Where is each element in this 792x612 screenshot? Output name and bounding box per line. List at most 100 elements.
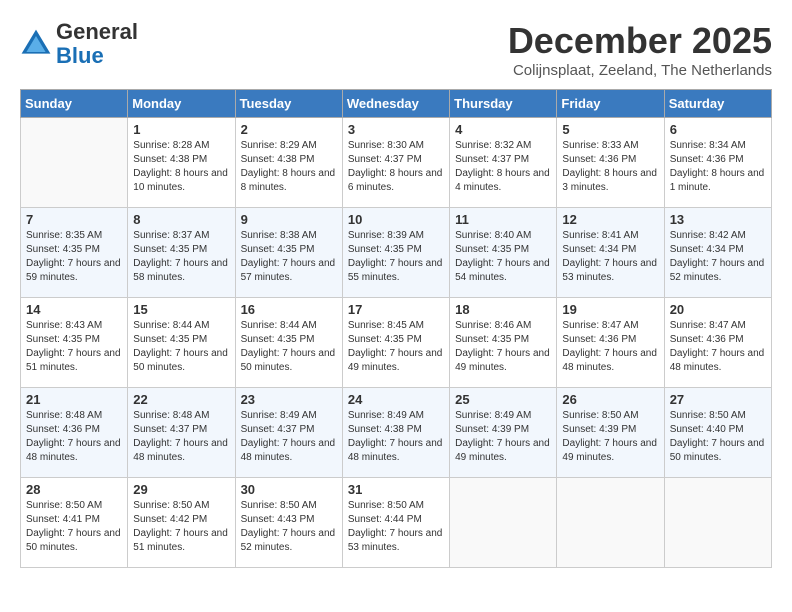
calendar-cell: 20 Sunrise: 8:47 AMSunset: 4:36 PMDayligh… xyxy=(664,298,771,388)
day-info: Sunrise: 8:35 AMSunset: 4:35 PMDaylight:… xyxy=(26,229,122,285)
calendar-cell: 12 Sunrise: 8:41 AMSunset: 4:34 PMDayligh… xyxy=(557,208,664,298)
day-number: 29 xyxy=(133,482,229,497)
column-header-tuesday: Tuesday xyxy=(235,90,342,118)
day-info: Sunrise: 8:30 AMSunset: 4:37 PMDaylight:… xyxy=(348,139,444,195)
logo: General Blue xyxy=(20,20,138,68)
day-number: 6 xyxy=(670,122,766,137)
day-info: Sunrise: 8:34 AMSunset: 4:36 PMDaylight:… xyxy=(670,139,766,195)
calendar-header-row: SundayMondayTuesdayWednesdayThursdayFrid… xyxy=(21,90,772,118)
calendar-cell xyxy=(450,478,557,568)
day-info: Sunrise: 8:47 AMSunset: 4:36 PMDaylight:… xyxy=(562,319,658,375)
calendar-week-row: 14Sunrise: 8:43 AMSunset: 4:35 PMDayligh… xyxy=(21,298,772,388)
day-number: 22 xyxy=(133,392,229,407)
calendar-cell: 18 Sunrise: 8:46 AMSunset: 4:35 PMDayligh… xyxy=(450,298,557,388)
calendar-cell: 1 Sunrise: 8:28 AMSunset: 4:38 PMDaylight… xyxy=(128,118,235,208)
calendar-week-row: 1 Sunrise: 8:28 AMSunset: 4:38 PMDaylight… xyxy=(21,118,772,208)
day-number: 7 xyxy=(26,212,122,227)
day-number: 25 xyxy=(455,392,551,407)
calendar-cell: 9 Sunrise: 8:38 AMSunset: 4:35 PMDaylight… xyxy=(235,208,342,298)
column-header-friday: Friday xyxy=(557,90,664,118)
day-info: Sunrise: 8:44 AMSunset: 4:35 PMDaylight:… xyxy=(133,319,229,375)
day-number: 5 xyxy=(562,122,658,137)
calendar-cell: 23Sunrise: 8:49 AMSunset: 4:37 PMDayligh… xyxy=(235,388,342,478)
calendar-cell xyxy=(664,478,771,568)
calendar-week-row: 28 Sunrise: 8:50 AMSunset: 4:41 PMDayligh… xyxy=(21,478,772,568)
day-info: Sunrise: 8:50 AMSunset: 4:43 PMDaylight:… xyxy=(241,499,337,555)
day-info: Sunrise: 8:49 AMSunset: 4:39 PMDaylight:… xyxy=(455,409,551,465)
calendar-cell: 19 Sunrise: 8:47 AMSunset: 4:36 PMDayligh… xyxy=(557,298,664,388)
day-number: 2 xyxy=(241,122,337,137)
calendar-cell: 13 Sunrise: 8:42 AMSunset: 4:34 PMDayligh… xyxy=(664,208,771,298)
calendar-cell: 26 Sunrise: 8:50 AMSunset: 4:39 PMDayligh… xyxy=(557,388,664,478)
day-number: 31 xyxy=(348,482,444,497)
day-info: Sunrise: 8:49 AMSunset: 4:38 PMDaylight:… xyxy=(348,409,444,465)
day-number: 21 xyxy=(26,392,122,407)
day-info: Sunrise: 8:39 AMSunset: 4:35 PMDaylight:… xyxy=(348,229,444,285)
day-number: 24 xyxy=(348,392,444,407)
day-info: Sunrise: 8:37 AMSunset: 4:35 PMDaylight:… xyxy=(133,229,229,285)
day-info: Sunrise: 8:42 AMSunset: 4:34 PMDaylight:… xyxy=(670,229,766,285)
day-number: 10 xyxy=(348,212,444,227)
day-info: Sunrise: 8:50 AMSunset: 4:44 PMDaylight:… xyxy=(348,499,444,555)
day-info: Sunrise: 8:28 AMSunset: 4:38 PMDaylight:… xyxy=(133,139,229,195)
day-info: Sunrise: 8:33 AMSunset: 4:36 PMDaylight:… xyxy=(562,139,658,195)
page-header: General Blue December 2025 Colijnsplaat,… xyxy=(20,20,772,79)
calendar-cell: 5 Sunrise: 8:33 AMSunset: 4:36 PMDaylight… xyxy=(557,118,664,208)
day-info: Sunrise: 8:32 AMSunset: 4:37 PMDaylight:… xyxy=(455,139,551,195)
calendar-cell: 14Sunrise: 8:43 AMSunset: 4:35 PMDayligh… xyxy=(21,298,128,388)
calendar-cell: 27 Sunrise: 8:50 AMSunset: 4:40 PMDayligh… xyxy=(664,388,771,478)
calendar-cell: 17 Sunrise: 8:45 AMSunset: 4:35 PMDayligh… xyxy=(342,298,449,388)
day-number: 13 xyxy=(670,212,766,227)
day-info: Sunrise: 8:47 AMSunset: 4:36 PMDaylight:… xyxy=(670,319,766,375)
day-info: Sunrise: 8:44 AMSunset: 4:35 PMDaylight:… xyxy=(241,319,337,375)
day-number: 3 xyxy=(348,122,444,137)
day-number: 19 xyxy=(562,302,658,317)
day-info: Sunrise: 8:45 AMSunset: 4:35 PMDaylight:… xyxy=(348,319,444,375)
day-info: Sunrise: 8:50 AMSunset: 4:41 PMDaylight:… xyxy=(26,499,122,555)
day-info: Sunrise: 8:48 AMSunset: 4:36 PMDaylight:… xyxy=(26,409,122,465)
logo-icon xyxy=(20,28,52,60)
day-number: 18 xyxy=(455,302,551,317)
column-header-wednesday: Wednesday xyxy=(342,90,449,118)
calendar-cell: 15Sunrise: 8:44 AMSunset: 4:35 PMDayligh… xyxy=(128,298,235,388)
day-number: 20 xyxy=(670,302,766,317)
calendar-cell: 2 Sunrise: 8:29 AMSunset: 4:38 PMDaylight… xyxy=(235,118,342,208)
calendar-cell xyxy=(21,118,128,208)
day-info: Sunrise: 8:50 AMSunset: 4:40 PMDaylight:… xyxy=(670,409,766,465)
calendar-cell: 21 Sunrise: 8:48 AMSunset: 4:36 PMDayligh… xyxy=(21,388,128,478)
day-number: 28 xyxy=(26,482,122,497)
calendar-cell xyxy=(557,478,664,568)
day-number: 27 xyxy=(670,392,766,407)
day-info: Sunrise: 8:41 AMSunset: 4:34 PMDaylight:… xyxy=(562,229,658,285)
day-number: 26 xyxy=(562,392,658,407)
day-number: 1 xyxy=(133,122,229,137)
calendar-cell: 6 Sunrise: 8:34 AMSunset: 4:36 PMDaylight… xyxy=(664,118,771,208)
calendar-week-row: 21 Sunrise: 8:48 AMSunset: 4:36 PMDayligh… xyxy=(21,388,772,478)
day-number: 16 xyxy=(241,302,337,317)
location-subtitle: Colijnsplaat, Zeeland, The Netherlands xyxy=(508,62,772,79)
day-info: Sunrise: 8:40 AMSunset: 4:35 PMDaylight:… xyxy=(455,229,551,285)
day-number: 12 xyxy=(562,212,658,227)
calendar-cell: 10 Sunrise: 8:39 AMSunset: 4:35 PMDayligh… xyxy=(342,208,449,298)
logo-text: General Blue xyxy=(56,20,138,68)
day-number: 9 xyxy=(241,212,337,227)
day-info: Sunrise: 8:50 AMSunset: 4:39 PMDaylight:… xyxy=(562,409,658,465)
calendar-cell: 28 Sunrise: 8:50 AMSunset: 4:41 PMDayligh… xyxy=(21,478,128,568)
day-number: 17 xyxy=(348,302,444,317)
month-title: December 2025 xyxy=(508,20,772,62)
calendar-cell: 3 Sunrise: 8:30 AMSunset: 4:37 PMDaylight… xyxy=(342,118,449,208)
column-header-sunday: Sunday xyxy=(21,90,128,118)
day-info: Sunrise: 8:29 AMSunset: 4:38 PMDaylight:… xyxy=(241,139,337,195)
calendar-cell: 31 Sunrise: 8:50 AMSunset: 4:44 PMDayligh… xyxy=(342,478,449,568)
day-info: Sunrise: 8:38 AMSunset: 4:35 PMDaylight:… xyxy=(241,229,337,285)
day-info: Sunrise: 8:50 AMSunset: 4:42 PMDaylight:… xyxy=(133,499,229,555)
day-number: 4 xyxy=(455,122,551,137)
calendar-cell: 22Sunrise: 8:48 AMSunset: 4:37 PMDayligh… xyxy=(128,388,235,478)
calendar-cell: 24 Sunrise: 8:49 AMSunset: 4:38 PMDayligh… xyxy=(342,388,449,478)
calendar-cell: 8Sunrise: 8:37 AMSunset: 4:35 PMDaylight… xyxy=(128,208,235,298)
day-info: Sunrise: 8:43 AMSunset: 4:35 PMDaylight:… xyxy=(26,319,122,375)
day-number: 11 xyxy=(455,212,551,227)
day-info: Sunrise: 8:46 AMSunset: 4:35 PMDaylight:… xyxy=(455,319,551,375)
day-number: 23 xyxy=(241,392,337,407)
calendar-table: SundayMondayTuesdayWednesdayThursdayFrid… xyxy=(20,89,772,568)
